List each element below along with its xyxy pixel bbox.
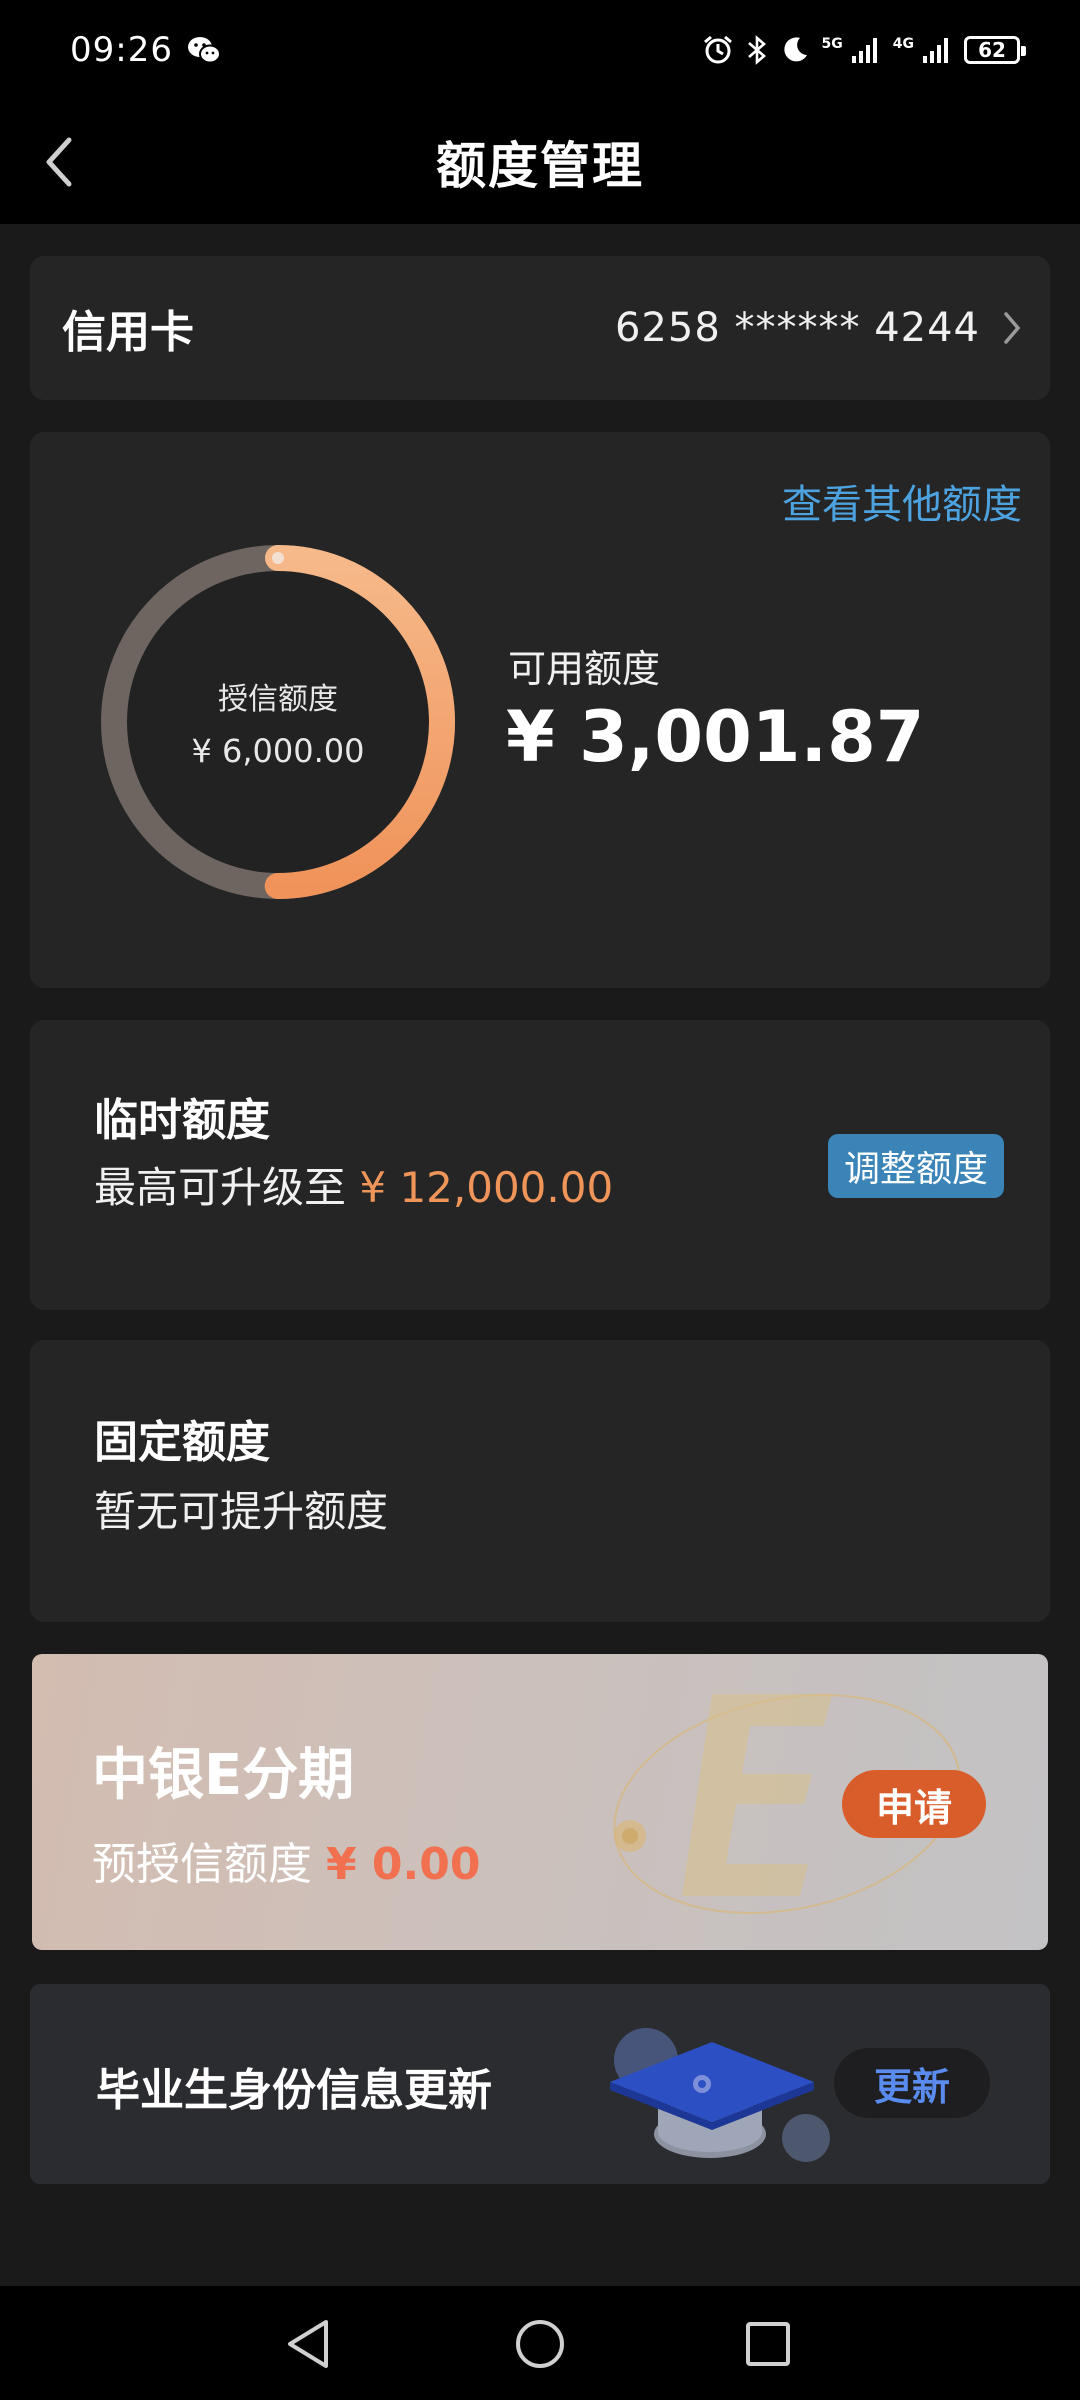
- nav-bar: 额度管理: [0, 100, 1080, 224]
- triangle-back-icon: [288, 2320, 328, 2368]
- credit-card-label: 信用卡: [62, 307, 194, 358]
- chevron-left-icon: [46, 137, 72, 187]
- ring-label: 授信额度: [218, 682, 338, 717]
- temporary-quota-desc-prefix: 最高可升级至: [94, 1163, 347, 1212]
- e-installment-title: 中银E分期: [92, 1743, 355, 1808]
- alarm-icon: [702, 34, 734, 66]
- fixed-quota-desc: 暂无可提升额度: [94, 1487, 389, 1536]
- page-title: 额度管理: [436, 137, 644, 195]
- wechat-icon: [187, 35, 221, 65]
- credit-card-row[interactable]: 信用卡 6258 ****** 4244: [30, 256, 1050, 400]
- ring-text: 授信额度 ¥ 6,000.00: [88, 532, 468, 912]
- system-recents-button[interactable]: [738, 2314, 798, 2374]
- fixed-quota-card: 固定额度 暂无可提升额度: [30, 1340, 1050, 1622]
- network-5g-label: 5G: [821, 36, 843, 52]
- system-home-button[interactable]: [510, 2314, 570, 2374]
- temporary-quota-desc: 最高可升级至 ¥ 12,000.00: [94, 1154, 613, 1215]
- battery-icon: 62: [964, 36, 1026, 64]
- apply-button[interactable]: 申请: [842, 1770, 986, 1838]
- temporary-quota-card: 临时额度 最高可升级至 ¥ 12,000.00 调整额度: [30, 1020, 1050, 1310]
- system-back-button[interactable]: [278, 2314, 338, 2374]
- back-button[interactable]: [30, 130, 90, 194]
- temporary-quota-max-amount: ¥ 12,000.00: [359, 1163, 614, 1212]
- e-installment-desc: 预授信额度 ¥ 0.00: [92, 1828, 481, 1892]
- signal-icon: [851, 36, 881, 64]
- ring-amount: ¥ 6,000.00: [191, 732, 365, 770]
- bluetooth-icon: [746, 34, 768, 66]
- chevron-right-icon: [1004, 312, 1021, 344]
- e-installment-card[interactable]: 中银E分期 预授信额度 ¥ 0.00 申请: [32, 1654, 1048, 1950]
- status-bar: 09:26 5G 4G 62: [0, 0, 1080, 100]
- circle-home-icon: [516, 2320, 564, 2368]
- graduation-cap-icon: [610, 2028, 830, 2162]
- available-label: 可用额度: [508, 647, 661, 691]
- square-recents-icon: [746, 2322, 790, 2366]
- status-left: 09:26: [70, 30, 221, 70]
- fixed-quota-title: 固定额度: [94, 1417, 270, 1468]
- page: 09:26 5G 4G 62 额度管理 信用卡 6258 ****** 4244…: [0, 0, 1080, 2400]
- graduate-update-title: 毕业生身份信息更新: [96, 2065, 492, 2116]
- signal-icon-2: [922, 36, 952, 64]
- system-nav-bar: [0, 2286, 1080, 2400]
- available-amount: ¥ 3,001.87: [506, 696, 925, 778]
- adjust-quota-button[interactable]: 调整额度: [827, 1134, 1004, 1198]
- card-number: 6258 ****** 4244: [614, 305, 980, 351]
- quota-card: 查看其他额度 授信额度 ¥ 6,000.00 可用额度 ¥ 3,001.87: [30, 432, 1050, 988]
- temporary-quota-title: 临时额度: [94, 1095, 270, 1146]
- moon-icon: [780, 35, 810, 65]
- graduate-update-card[interactable]: 毕业生身份信息更新 更新: [30, 1984, 1050, 2184]
- network-4g-label: 4G: [892, 36, 914, 52]
- e-installment-desc-prefix: 预授信额度: [92, 1839, 312, 1890]
- update-button[interactable]: 更新: [834, 2048, 990, 2118]
- status-time: 09:26: [70, 30, 173, 70]
- view-other-quota-link[interactable]: 查看其他额度: [782, 472, 1022, 530]
- status-right: 5G 4G 62: [702, 34, 1026, 66]
- credit-card-right: 6258 ****** 4244: [615, 305, 1022, 351]
- e-installment-amount: ¥ 0.00: [326, 1839, 481, 1890]
